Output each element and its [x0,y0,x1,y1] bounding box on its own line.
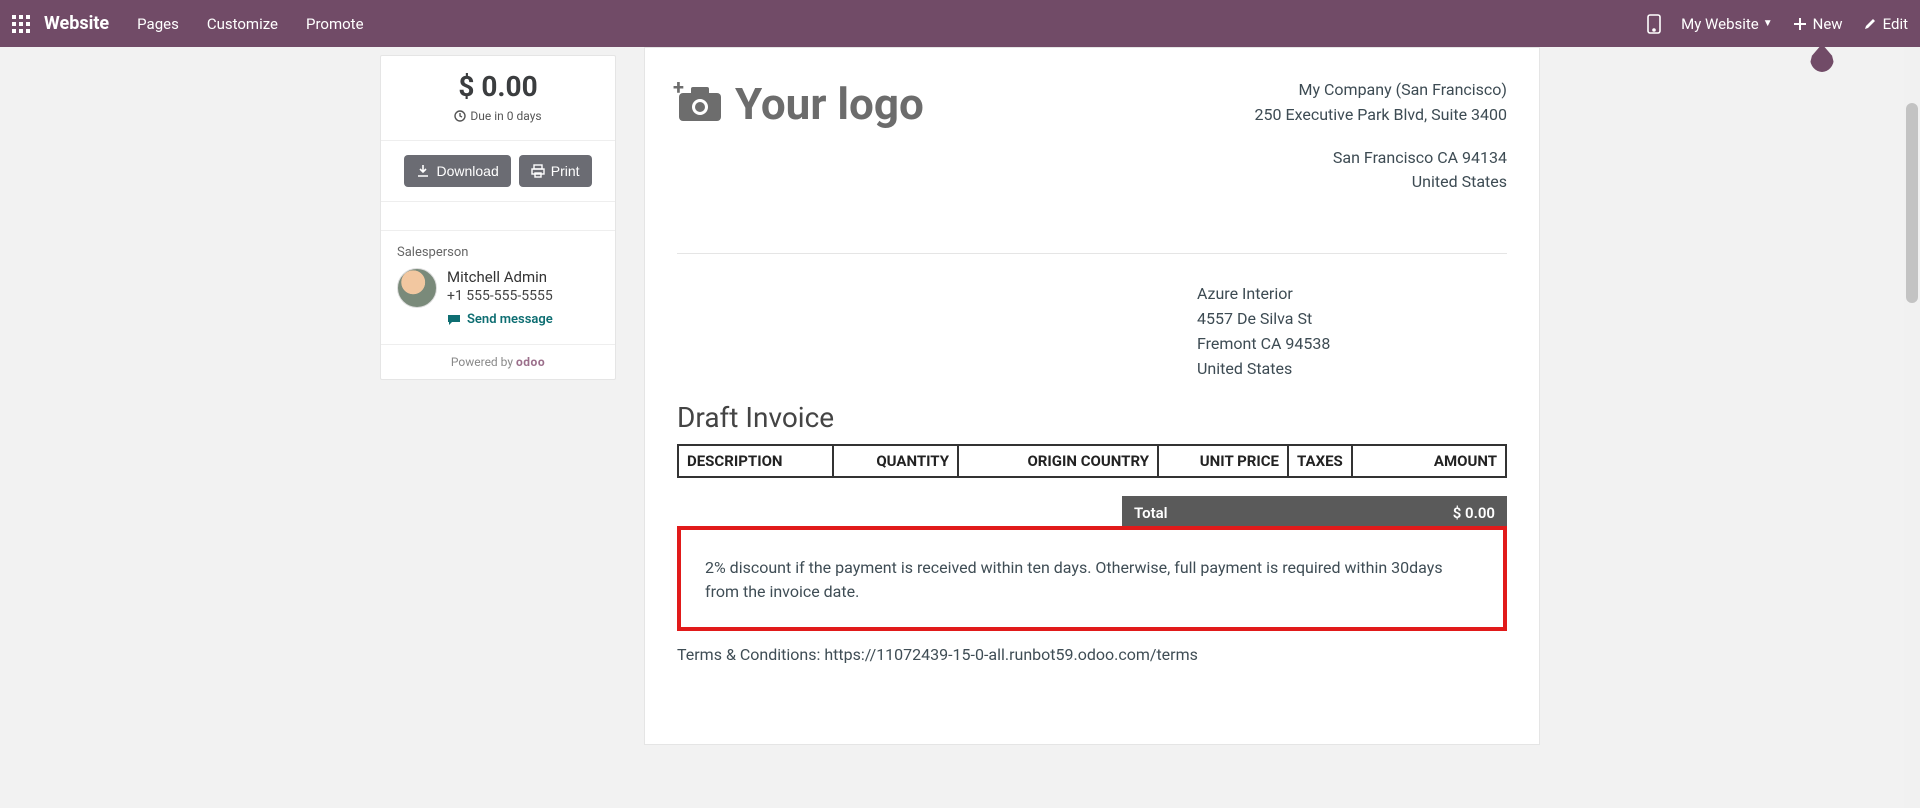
company-citystate: San Francisco CA 94134 [1255,146,1507,171]
nav-pages[interactable]: Pages [137,15,179,33]
customer-citystate: Fremont CA 94538 [1197,332,1447,357]
total-label: Total [1134,504,1168,522]
company-name: My Company (San Francisco) [1255,78,1507,103]
col-taxes: TAXES [1288,445,1352,477]
company-street: 250 Executive Park Blvd, Suite 3400 [1255,103,1507,128]
col-origin: ORIGIN COUNTRY [958,445,1158,477]
invoice-document: + Your logo My Company (San Francisco) 2… [644,47,1540,745]
salesperson-phone: +1 555-555-5555 [447,288,553,304]
topnav: Website Pages Customize Promote My Websi… [0,0,1920,47]
powered-by: Powered by odoo [381,344,615,379]
amount-due: $ 0.00 [397,70,599,103]
camera-icon: + [677,85,723,123]
new-button[interactable]: New [1793,15,1843,33]
logo-text: Your logo [735,78,924,130]
customer-street: 4557 De Silva St [1197,307,1447,332]
total-bar: Total $ 0.00 [1122,496,1507,530]
payment-terms-note: 2% discount if the payment is received w… [705,556,1479,602]
website-switcher[interactable]: My Website ▼ [1681,15,1773,33]
download-button[interactable]: Download [404,155,510,187]
scrollbar-thumb[interactable] [1906,103,1918,303]
download-icon [416,164,430,178]
plus-icon [1793,17,1807,31]
customer-address: Azure Interior 4557 De Silva St Fremont … [1197,282,1507,381]
caret-down-icon: ▼ [1763,18,1773,29]
due-text: Due in 0 days [470,109,541,123]
invoice-title: Draft Invoice [677,401,1507,434]
send-message-label: Send message [467,312,553,327]
nav-customize[interactable]: Customize [207,15,278,33]
salesperson-name: Mitchell Admin [447,268,553,286]
avatar [397,268,437,308]
line-items-table: DESCRIPTION QUANTITY ORIGIN COUNTRY UNIT… [677,444,1507,478]
payment-terms-highlight: 2% discount if the payment is received w… [677,526,1507,630]
total-value: $ 0.00 [1453,504,1495,522]
terms-line: Terms & Conditions: https://11072439-15-… [677,645,1507,664]
mobile-preview-icon[interactable] [1647,14,1661,34]
send-message-link[interactable]: Send message [447,312,553,327]
salesperson-label: Salesperson [397,245,599,260]
website-switcher-label: My Website [1681,15,1759,33]
customer-country: United States [1197,357,1447,382]
apps-grid-icon[interactable] [12,15,30,33]
print-button[interactable]: Print [519,155,592,187]
scrollbar-track[interactable] [1904,47,1920,808]
col-quantity: QUANTITY [833,445,958,477]
company-address: My Company (San Francisco) 250 Executive… [1255,78,1507,195]
edit-button[interactable]: Edit [1863,15,1908,33]
new-label: New [1813,15,1843,33]
download-label: Download [436,163,498,179]
odoo-brand[interactable]: odoo [516,355,545,369]
clock-icon [454,110,466,122]
col-amount: AMOUNT [1352,445,1506,477]
print-icon [531,164,545,178]
brand[interactable]: Website [44,13,109,34]
side-panel: $ 0.00 Due in 0 days D [380,55,616,380]
print-label: Print [551,163,580,179]
powered-by-text: Powered by [451,355,513,369]
company-country: United States [1255,170,1507,195]
nav-promote[interactable]: Promote [306,15,364,33]
pencil-icon [1863,17,1877,31]
col-unit-price: UNIT PRICE [1158,445,1288,477]
chat-icon [447,314,461,326]
customer-name: Azure Interior [1197,282,1447,307]
logo-placeholder[interactable]: + Your logo [677,78,924,130]
col-description: DESCRIPTION [678,445,833,477]
edit-label: Edit [1883,15,1908,33]
